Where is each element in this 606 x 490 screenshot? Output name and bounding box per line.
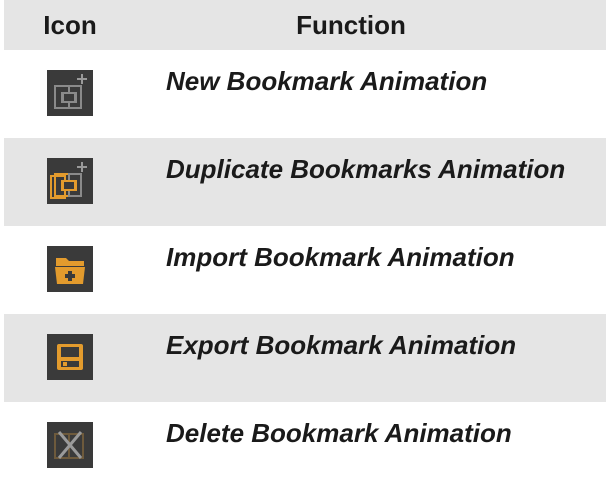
new-bookmark-animation-icon [47,70,93,116]
export-bookmark-animation-icon [47,334,93,380]
function-label: New Bookmark Animation [166,66,488,96]
function-label: Duplicate Bookmarks Animation [166,154,566,184]
table-row: Delete Bookmark Animation [4,402,606,490]
header-function-column: Function [296,9,406,40]
table-row: Export Bookmark Animation [4,314,606,402]
table-row: Import Bookmark Animation [4,226,606,314]
function-label: Import Bookmark Animation [166,242,515,272]
header-icon-column: Icon [43,9,97,40]
table-row: Duplicate Bookmarks Animation [4,138,606,226]
delete-bookmark-animation-icon [47,422,93,468]
duplicate-bookmarks-animation-icon [47,158,93,204]
icon-function-table: Icon Function New Bookmark Animation Dup… [4,0,606,490]
table-header: Icon Function [4,0,606,50]
function-label: Export Bookmark Animation [166,330,517,360]
function-label: Delete Bookmark Animation [166,418,512,448]
import-bookmark-animation-icon [47,246,93,292]
table-row: New Bookmark Animation [4,50,606,138]
